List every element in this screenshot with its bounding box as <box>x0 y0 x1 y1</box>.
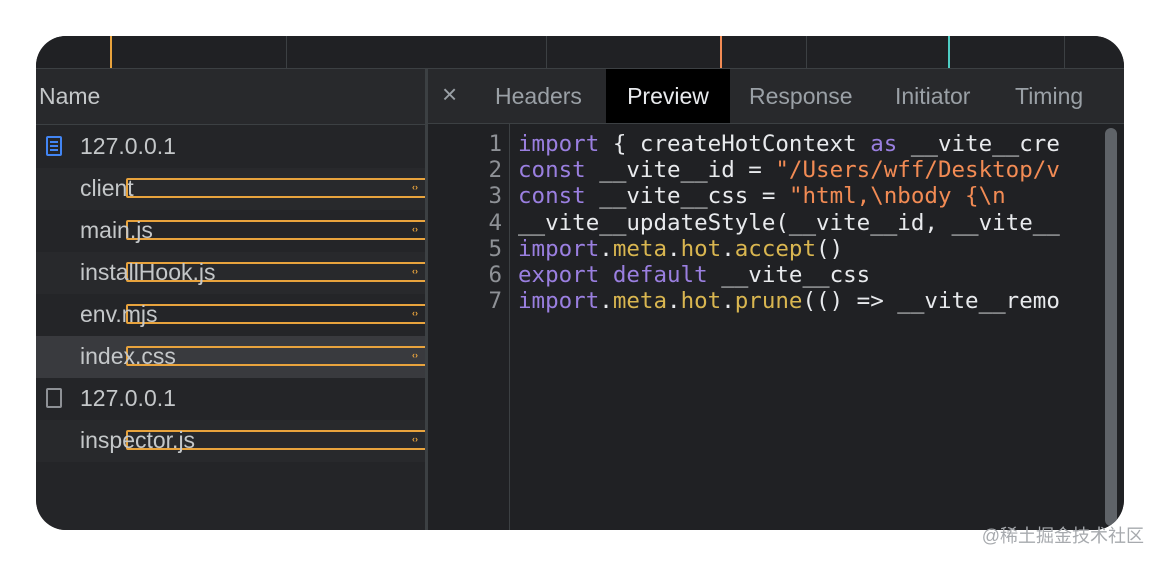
code-token: { createHotContext <box>599 131 871 157</box>
line-number: 6 <box>488 262 502 288</box>
line-number: 5 <box>488 235 502 262</box>
line-number: 2 <box>488 157 502 184</box>
detail-tabbar: × Headers Preview Response Initiator Tim… <box>428 69 1124 124</box>
timeline-gridline <box>806 36 807 68</box>
tab-timing[interactable]: Timing <box>1015 69 1083 123</box>
line-number: 7 <box>488 288 502 315</box>
timeline-marker-load <box>720 36 722 68</box>
code-token: . <box>667 288 681 315</box>
request-row[interactable]: ‹› env.mjs <box>36 294 704 336</box>
code-token: . <box>667 235 681 262</box>
request-name: 127.0.0.1 <box>80 385 176 411</box>
request-row[interactable]: ‹› inspector.js <box>36 420 704 462</box>
tab-response[interactable]: Response <box>749 69 853 123</box>
code-line: const __vite__id = "/Users/wff/Desktop/v <box>518 157 1096 183</box>
code-token: hot <box>680 288 722 315</box>
code-token: . <box>599 288 613 315</box>
code-token: . <box>721 288 735 315</box>
code-token: export <box>518 262 600 288</box>
request-row[interactable]: ‹› main.js <box>36 210 704 252</box>
code-token: "html,\nbody {\n <box>788 183 1006 210</box>
request-name: client <box>80 175 134 201</box>
request-name: installHook.js <box>80 259 216 285</box>
code-token: accept <box>734 235 817 262</box>
code-token: hot <box>680 235 722 262</box>
request-name: index.css <box>80 343 176 369</box>
code-token: meta <box>612 235 668 262</box>
code-token: import <box>518 235 600 262</box>
close-icon[interactable]: × <box>442 79 457 110</box>
request-row[interactable]: 127.0.0.1 <box>36 378 425 420</box>
request-name: inspector.js <box>80 427 196 453</box>
name-column-header[interactable]: Name <box>36 69 425 125</box>
tab-initiator[interactable]: Initiator <box>895 69 970 123</box>
request-row[interactable]: ‹› client <box>36 168 704 210</box>
code-token: __vite__css = <box>585 183 789 210</box>
code-line: import.meta.hot.prune(() => __vite__remo <box>518 288 1096 314</box>
code-token: meta <box>612 288 668 315</box>
request-row-selected[interactable]: ‹› index.css <box>36 336 704 378</box>
timeline-gridline <box>286 36 287 68</box>
devtools-window: Name 127.0.0.1 ‹› client ‹› main.js ‹› i… <box>36 36 1124 530</box>
code-token: as <box>870 131 898 157</box>
code-token: __vite__css <box>707 262 871 288</box>
timeline-gridline <box>546 36 547 68</box>
timeline-marker-paint <box>948 36 950 68</box>
code-token: "/Users/wff/Desktop/v <box>775 157 1060 184</box>
code-token: . <box>599 235 613 262</box>
request-row[interactable]: ‹› installHook.js <box>36 252 704 294</box>
gutter-separator <box>509 124 510 530</box>
watermark: @稀土掘金技术社区 <box>981 526 1144 546</box>
code-line: __vite__updateStyle(__vite__id, __vite__ <box>518 210 1096 236</box>
code-line: const __vite__css = "html,\nbody {\n <box>518 183 1096 209</box>
code-token: default <box>612 262 708 288</box>
code-token: . <box>721 235 735 262</box>
line-number: 1 <box>488 131 502 157</box>
code-line: import { createHotContext as __vite__cre <box>518 131 1096 157</box>
name-column-label: Name <box>39 83 101 109</box>
code-token: import <box>518 288 600 315</box>
code-token: __vite__id = <box>585 157 776 184</box>
request-rows: 127.0.0.1 ‹› client ‹› main.js ‹› instal… <box>36 126 704 462</box>
code-line: export default __vite__css <box>518 262 1096 288</box>
document-icon <box>46 136 62 156</box>
request-name: main.js <box>80 217 153 243</box>
code-token: (() => __vite__remo <box>802 288 1060 315</box>
scrollbar-thumb[interactable] <box>1105 128 1117 526</box>
code-token: __vite__updateStyle(__vite__id, __vite__ <box>518 209 1060 236</box>
request-name: 127.0.0.1 <box>80 133 176 159</box>
tab-preview[interactable]: Preview <box>606 69 730 123</box>
code-token: const <box>518 157 586 184</box>
request-list-panel: Name 127.0.0.1 ‹› client ‹› main.js ‹› i… <box>36 69 704 530</box>
code-token: const <box>518 183 586 210</box>
tab-headers[interactable]: Headers <box>495 69 582 123</box>
code-token: __vite__cre <box>897 131 1060 157</box>
request-row[interactable]: 127.0.0.1 <box>36 126 425 168</box>
request-detail-panel: × Headers Preview Response Initiator Tim… <box>428 69 1124 530</box>
network-timeline[interactable] <box>36 36 1124 69</box>
code-preview[interactable]: 1234567 import { createHotContext as __v… <box>428 124 1124 530</box>
code-token: prune <box>734 288 803 315</box>
code-line: import.meta.hot.accept() <box>518 236 1096 262</box>
timeline-marker-domcontentloaded <box>110 36 112 68</box>
code-token: import <box>518 131 600 157</box>
line-number: 3 <box>488 183 502 210</box>
code-token: () <box>816 235 844 262</box>
blank-file-icon <box>46 388 62 408</box>
timeline-gridline <box>1064 36 1065 68</box>
line-number: 4 <box>488 209 502 236</box>
request-name: env.mjs <box>80 301 158 327</box>
